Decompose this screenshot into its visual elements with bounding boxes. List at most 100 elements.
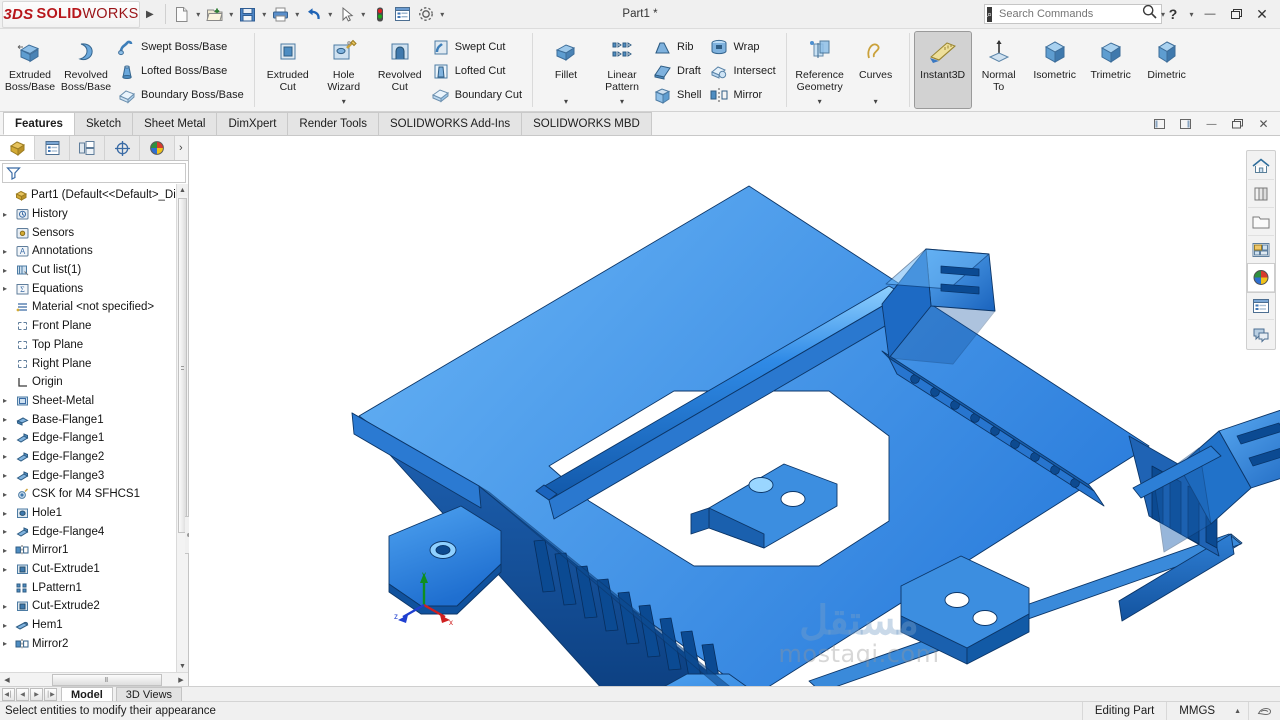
solidworks-logo[interactable]: 3DSSOLIDWORKS — [2, 1, 140, 28]
nav-first-button[interactable]: ◀│ — [2, 688, 15, 701]
open-document-icon[interactable] — [204, 3, 226, 25]
linear-pattern-dropdown[interactable]: ▾ — [620, 97, 624, 108]
instant3d-button[interactable]: Instant3D — [915, 32, 971, 108]
expand-arrow-icon[interactable]: ▸ — [3, 396, 14, 405]
lofted-boss-base-button[interactable]: Lofted Boss/Base — [114, 59, 249, 82]
dimxpert-manager-tab[interactable] — [105, 136, 140, 160]
expand-arrow-icon[interactable]: ▸ — [3, 527, 14, 536]
expand-arrow-icon[interactable]: ▸ — [3, 639, 14, 648]
scroll-right-arrow[interactable]: ▶ — [174, 676, 188, 684]
draft-button[interactable]: Draft — [650, 59, 706, 82]
rebuild-traffic-light-icon[interactable] — [369, 3, 391, 25]
expand-arrow-icon[interactable]: ▸ — [3, 210, 14, 219]
options-gear-icon[interactable] — [415, 3, 437, 25]
revolved-cut-button[interactable]: RevolvedCut — [372, 32, 428, 108]
minimize-view-icon[interactable]: — — [1199, 114, 1224, 134]
feature-tree-item[interactable]: ▸Edge-Flange1 — [0, 429, 176, 448]
units-caret[interactable]: ▲ — [1227, 708, 1248, 715]
search-commands-box[interactable]: ⌕ ▾ — [984, 4, 1162, 24]
linear-pattern-button[interactable]: LinearPattern ▾ — [594, 32, 650, 108]
units-label[interactable]: MMGS — [1166, 702, 1227, 720]
intersect-button[interactable]: Intersect — [706, 59, 780, 82]
feature-tree-vertical-scrollbar[interactable]: ▲ ▼ — [176, 184, 188, 672]
bottom-tab-model[interactable]: Model — [61, 687, 113, 701]
help-button[interactable]: ? — [1161, 3, 1185, 25]
feature-tree-item[interactable]: Front Plane — [0, 317, 176, 336]
curves-dropdown[interactable]: ▾ — [874, 97, 878, 108]
reference-geometry-button[interactable]: ReferenceGeometry ▾ — [792, 32, 848, 108]
reference-geometry-dropdown[interactable]: ▾ — [818, 97, 822, 108]
wrap-button[interactable]: Wrap — [706, 35, 780, 58]
new-document-icon[interactable] — [171, 3, 193, 25]
graphics-viewport[interactable]: y x z مستقل mostaqi.com — [189, 136, 1280, 686]
scroll-left-arrow[interactable]: ◀ — [0, 676, 14, 684]
print-document-dropdown[interactable]: ▾ — [293, 10, 302, 19]
expand-arrow-icon[interactable]: ▸ — [3, 471, 14, 480]
undo-icon[interactable] — [303, 3, 325, 25]
shell-button[interactable]: Shell — [650, 83, 706, 106]
feature-tree-item[interactable]: LPattern1 — [0, 578, 176, 597]
open-document-dropdown[interactable]: ▾ — [227, 10, 236, 19]
feature-tree-item[interactable]: Right Plane — [0, 354, 176, 373]
select-dropdown[interactable]: ▾ — [359, 10, 368, 19]
feature-tree-root-item[interactable]: Part1 (Default<<Default>_Disp — [0, 186, 176, 205]
select-cursor-icon[interactable] — [336, 3, 358, 25]
minimize-button[interactable]: — — [1198, 3, 1222, 25]
feature-tree-item[interactable]: ▸Edge-Flange4 — [0, 522, 176, 541]
hole-wizard-button[interactable]: HoleWizard ▾ — [316, 32, 372, 108]
feature-tree[interactable]: Part1 (Default<<Default>_Disp▸HistorySen… — [0, 184, 176, 672]
feature-tree-item[interactable]: ▸Cut-Extrude1 — [0, 560, 176, 579]
rib-button[interactable]: Rib — [650, 35, 706, 58]
view-palette-button[interactable] — [1248, 236, 1274, 264]
feature-tree-item[interactable]: ▸Cut list(1) — [0, 261, 176, 280]
expand-arrow-icon[interactable]: ▸ — [3, 415, 14, 424]
trimetric-button[interactable]: Trimetric — [1083, 32, 1139, 108]
help-dropdown[interactable]: ▾ — [1187, 10, 1196, 19]
feature-tree-filter[interactable] — [2, 163, 186, 183]
undo-dropdown[interactable]: ▾ — [326, 10, 335, 19]
expand-arrow-icon[interactable]: ▸ — [3, 509, 14, 518]
print-document-icon[interactable] — [270, 3, 292, 25]
tab-dimxpert[interactable]: DimXpert — [216, 112, 288, 135]
bottom-tab-3d-views[interactable]: 3D Views — [116, 687, 182, 701]
magnifier-icon[interactable] — [1141, 3, 1158, 25]
feature-tree-item[interactable]: ▸Edge-Flange2 — [0, 448, 176, 467]
boundary-boss-base-button[interactable]: Boundary Boss/Base — [114, 83, 249, 106]
horizontal-scroll-track[interactable]: Ⅱ — [14, 674, 174, 686]
feature-tree-tab[interactable] — [0, 136, 35, 160]
options-list-icon[interactable] — [392, 3, 414, 25]
horizontal-scroll-thumb[interactable]: Ⅱ — [52, 674, 162, 686]
pin-left-icon[interactable] — [1147, 114, 1172, 134]
tab-features[interactable]: Features — [3, 112, 75, 135]
scroll-up-arrow[interactable]: ▲ — [177, 184, 188, 196]
pin-right-icon[interactable] — [1173, 114, 1198, 134]
hole-wizard-dropdown[interactable]: ▾ — [342, 97, 346, 108]
nav-prev-button[interactable]: ◀ — [16, 688, 29, 701]
fillet-dropdown[interactable]: ▾ — [564, 97, 568, 108]
appearances-library-button[interactable] — [1248, 180, 1274, 208]
feature-manager-more[interactable]: › — [175, 136, 188, 160]
configuration-manager-tab[interactable] — [70, 136, 105, 160]
tab-render-tools[interactable]: Render Tools — [287, 112, 379, 135]
display-list-button[interactable] — [1248, 292, 1274, 320]
expand-arrow-icon[interactable]: ▸ — [3, 546, 14, 555]
feature-tree-item[interactable]: Origin — [0, 373, 176, 392]
home-view-button[interactable] — [1248, 152, 1274, 180]
new-document-dropdown[interactable]: ▾ — [194, 10, 203, 19]
revolved-boss-base-button[interactable]: RevolvedBoss/Base — [58, 32, 114, 108]
feature-tree-item[interactable]: ▸Mirror1 — [0, 541, 176, 560]
appearances-sphere-button[interactable] — [1248, 264, 1274, 292]
nav-next-button[interactable]: ▶ — [30, 688, 43, 701]
feature-tree-item[interactable]: Top Plane — [0, 336, 176, 355]
swept-boss-base-button[interactable]: Swept Boss/Base — [114, 35, 249, 58]
tab-solidworks-mbd[interactable]: SOLIDWORKS MBD — [521, 112, 652, 135]
expand-arrow-icon[interactable]: ▸ — [3, 452, 14, 461]
display-manager-tab[interactable] — [140, 136, 175, 160]
feature-tree-item[interactable]: ▸Base-Flange1 — [0, 410, 176, 429]
expand-arrow-icon[interactable]: ▸ — [3, 266, 14, 275]
feature-tree-item[interactable]: ▸Edge-Flange3 — [0, 466, 176, 485]
menu-expand-caret[interactable]: ▶ — [146, 9, 154, 20]
dimetric-button[interactable]: Dimetric — [1139, 32, 1195, 108]
tab-sheet-metal[interactable]: Sheet Metal — [132, 112, 217, 135]
search-input[interactable] — [992, 8, 1141, 20]
